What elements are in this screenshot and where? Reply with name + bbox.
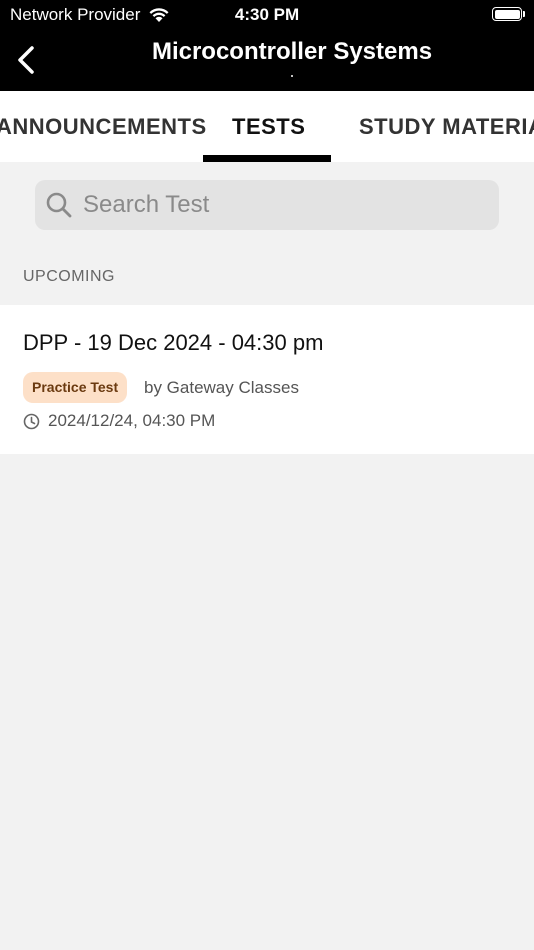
tab-label: STUDY MATERIAL bbox=[359, 114, 534, 139]
test-card[interactable]: DPP - 19 Dec 2024 - 04:30 pm Practice Te… bbox=[0, 305, 534, 454]
battery-tip bbox=[523, 11, 525, 17]
top-bar: Network Provider 4:30 PM Microcontroller… bbox=[0, 0, 534, 91]
status-time: 4:30 PM bbox=[234, 5, 300, 24]
search-icon bbox=[46, 192, 72, 218]
active-tab-indicator bbox=[203, 155, 331, 162]
test-datetime: 2024/12/24, 04:30 PM bbox=[48, 411, 216, 430]
section-label-upcoming: UPCOMING bbox=[23, 268, 115, 285]
test-author: by Gateway Classes bbox=[144, 378, 299, 397]
page-title: Microcontroller Systems bbox=[151, 38, 433, 65]
test-datetime-row: 2024/12/24, 04:30 PM bbox=[23, 411, 215, 431]
tab-study-material[interactable]: STUDY MATERIAL bbox=[359, 91, 534, 162]
test-type-badge: Practice Test bbox=[23, 372, 128, 403]
tab-bar: ANNOUNCEMENTS TESTS STUDY MATERIAL bbox=[0, 91, 534, 162]
tab-tests[interactable]: TESTS bbox=[232, 91, 305, 162]
back-button[interactable] bbox=[8, 40, 44, 80]
clock-icon bbox=[23, 413, 40, 429]
chevron-left-icon bbox=[18, 46, 34, 74]
tab-label: ANNOUNCEMENTS bbox=[0, 114, 207, 139]
test-title: DPP - 19 Dec 2024 - 04:30 pm bbox=[23, 330, 324, 355]
title-dot bbox=[291, 75, 293, 77]
battery-icon bbox=[492, 7, 522, 21]
search-input[interactable] bbox=[81, 190, 485, 220]
tab-announcements[interactable]: ANNOUNCEMENTS bbox=[0, 91, 207, 162]
tab-label: TESTS bbox=[232, 114, 306, 139]
search-bar[interactable] bbox=[35, 180, 499, 230]
